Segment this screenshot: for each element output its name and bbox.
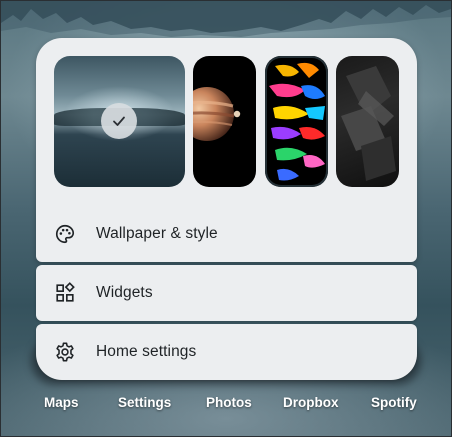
wallpaper-style-label: Wallpaper & style bbox=[96, 225, 218, 242]
dock-app-labels: Maps Settings Photos Dropbox Spotify bbox=[1, 395, 451, 415]
wallpaper-thumb-dark-abstract[interactable] bbox=[336, 56, 399, 187]
wallpaper-thumb-planet-moon[interactable] bbox=[193, 56, 256, 187]
selected-check-badge bbox=[101, 103, 137, 139]
home-settings-label: Home settings bbox=[96, 343, 197, 360]
widgets-menu-item[interactable]: Widgets bbox=[36, 265, 417, 321]
widgets-label: Widgets bbox=[96, 284, 153, 301]
wallpaper-thumb-foggy-lake[interactable] bbox=[54, 56, 185, 187]
dock-app-photos[interactable]: Photos bbox=[206, 395, 252, 410]
widgets-icon bbox=[54, 282, 76, 304]
wallpaper-thumb-paint-splash[interactable] bbox=[265, 56, 328, 187]
palette-icon bbox=[54, 223, 76, 245]
planet-art bbox=[193, 87, 241, 141]
home-screen: Wallpaper & style Widgets Home settings … bbox=[0, 0, 452, 437]
dock-app-maps[interactable]: Maps bbox=[44, 395, 79, 410]
home-settings-menu-item[interactable]: Home settings bbox=[36, 324, 417, 380]
dock-app-dropbox[interactable]: Dropbox bbox=[283, 395, 339, 410]
checkmark-icon bbox=[113, 116, 125, 126]
dark-abstract-art bbox=[341, 66, 396, 181]
dock-app-settings[interactable]: Settings bbox=[118, 395, 171, 410]
wallpaper-style-menu-item[interactable]: Wallpaper & style bbox=[36, 206, 417, 262]
dock-app-spotify[interactable]: Spotify bbox=[371, 395, 417, 410]
paint-splash-art bbox=[269, 62, 325, 181]
gear-icon bbox=[54, 341, 76, 363]
